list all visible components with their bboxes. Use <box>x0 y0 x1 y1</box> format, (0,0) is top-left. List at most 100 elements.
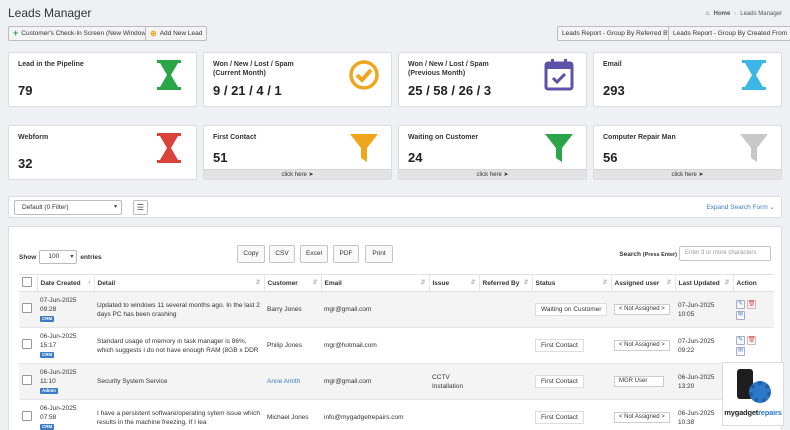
col-issue[interactable]: Issue ⇵ <box>428 274 479 292</box>
stat-label: Waiting on Customer <box>408 134 479 141</box>
logo-text: mygadgetrepairs <box>724 408 782 417</box>
last-updated-cell: 07-Jun-2025 09:22 <box>675 327 733 364</box>
detail-cell: I have a persistent software/operating s… <box>94 399 264 430</box>
row-checkbox[interactable] <box>22 339 32 349</box>
table-row[interactable]: 06-Jun-2025 07:58 CRM I have a persistent … <box>19 399 774 430</box>
col-status[interactable]: Status ⇵ <box>531 274 611 292</box>
funnel-icon <box>350 134 378 162</box>
stat-card-pipeline: Lead in the Pipeline 79 <box>8 52 197 107</box>
csv-button[interactable]: CSV <box>269 245 295 263</box>
status-select[interactable]: First Contact <box>535 411 584 424</box>
trash-icon[interactable]: 🗑 <box>746 300 756 309</box>
pdf-button[interactable]: PDF <box>333 245 359 263</box>
chevron-down-icon: ⌄ <box>769 204 775 211</box>
col-detail[interactable]: Detail ⇵ <box>93 274 264 292</box>
select-all-checkbox[interactable] <box>22 277 32 287</box>
col-referred-by[interactable]: Referred By ⇵ <box>478 274 532 292</box>
source-badge: Admin <box>40 388 58 394</box>
col-date-created[interactable]: Date Created ↓ <box>36 274 94 292</box>
trash-icon[interactable]: 🗑 <box>746 336 756 345</box>
stat-card-waiting: Waiting on Customer 24 click here ➤ <box>398 125 587 180</box>
checkin-screen-button[interactable]: + Customer's Check-In Screen (New Window… <box>8 26 154 41</box>
col-last-updated[interactable]: Last Updated ⇵ <box>674 274 733 292</box>
date-created-cell: 06-Jun-2025 11:10 Admin <box>37 363 94 400</box>
stat-value: 51 <box>213 150 228 165</box>
email-icon[interactable]: ✉ <box>736 347 745 356</box>
row-checkbox[interactable] <box>22 375 32 385</box>
col-email[interactable]: Email ⇵ <box>320 274 429 292</box>
assigned-user-select[interactable]: MGR User <box>614 376 664 387</box>
sort-icon: ⇵ <box>312 280 318 286</box>
edit-icon[interactable]: ✎ <box>736 300 745 309</box>
check-circle-icon <box>349 60 379 90</box>
table-row[interactable]: 06-Jun-2025 15:17 CRM Standard usage of me… <box>19 327 774 364</box>
assigned-user-select[interactable]: < Not Assigned > <box>614 412 670 423</box>
assigned-user-select[interactable]: < Not Assigned > <box>614 304 670 315</box>
source-badge: CRM <box>40 352 55 358</box>
status-select[interactable]: First Contact <box>535 375 584 388</box>
status-select[interactable]: Waiting on Customer <box>535 303 608 316</box>
stat-card-webform: Webform 32 <box>8 125 197 180</box>
click-here-link[interactable]: click here ➤ <box>399 169 586 179</box>
stat-label: Email <box>603 61 622 68</box>
col-customer[interactable]: Customer ⇵ <box>263 274 321 292</box>
click-here-link[interactable]: click here ➤ <box>204 169 391 179</box>
add-new-lead-button[interactable]: ⊕ Add New Lead <box>145 26 208 41</box>
table-row[interactable]: 07-Jun-2025 09:28 CRM Updated to windows 1… <box>19 291 774 328</box>
entries-control: Show 100 ▾ entries <box>19 250 102 264</box>
row-checkbox[interactable] <box>22 303 32 313</box>
list-view-button[interactable]: ☰ <box>133 200 148 215</box>
click-here-link[interactable]: click here ➤ <box>594 169 781 179</box>
filter-select[interactable]: Default (0 Filter) ▾ <box>14 200 122 215</box>
search-input[interactable]: Enter 3 or more characters <box>679 246 771 261</box>
edit-icon[interactable]: ✎ <box>736 336 745 345</box>
detail-cell: Updated to windows 11 several months ago… <box>94 291 264 328</box>
assigned-user-select[interactable]: < Not Assigned > <box>614 340 670 351</box>
customer-cell[interactable]: Anne Amith <box>264 363 321 400</box>
print-button[interactable]: Print <box>365 245 393 263</box>
issue-cell <box>429 399 479 430</box>
status-select[interactable]: First Contact <box>535 339 584 352</box>
row-checkbox[interactable] <box>22 411 32 421</box>
stat-card-previous-month: Won / New / Lost / Spam (Previous Month)… <box>398 52 587 107</box>
breadcrumb-current: Leads Manager <box>740 10 782 17</box>
customer-cell: Michael Jones <box>264 399 321 430</box>
arrow-circle-icon: ➤ <box>503 172 509 178</box>
page-title: Leads Manager <box>8 6 92 20</box>
col-assigned-user[interactable]: Assigned user ⇵ <box>610 274 675 292</box>
report-created-button[interactable]: Leads Report - Group By Created From <box>668 26 790 41</box>
stat-value: 79 <box>18 83 33 98</box>
leads-table: Date Created ↓ Detail ⇵ Customer ⇵ Email ⇵ I… <box>19 274 774 430</box>
home-icon: ⌂ <box>705 10 710 17</box>
referred-cell <box>479 363 532 400</box>
customer-link[interactable]: Anne Amith <box>267 378 300 385</box>
expand-search-form-link[interactable]: Expand Search Form ⌄ <box>706 203 775 211</box>
sort-icon: ⇵ <box>255 280 261 286</box>
stat-label: First Contact <box>213 134 257 141</box>
email-cell: mgr@gmail.com <box>321 363 429 400</box>
funnel-icon <box>545 134 573 162</box>
breadcrumb-home[interactable]: Home <box>714 11 731 17</box>
list-icon: ☰ <box>136 203 145 212</box>
table-row[interactable]: 06-Jun-2025 11:10 Admin Security System Se… <box>19 363 774 400</box>
plus-icon: + <box>13 28 19 38</box>
sort-icon: ⇵ <box>724 280 730 286</box>
plus-circle-icon: ⊕ <box>150 29 157 38</box>
email-icon[interactable]: ✉ <box>736 311 745 320</box>
copy-button[interactable]: Copy <box>237 245 265 263</box>
report-referred-button[interactable]: Leads Report - Group By Referred By <box>557 26 676 41</box>
stat-label: Computer Repair Man <box>603 134 676 141</box>
breadcrumb: ⌂ Home › Leads Manager <box>705 10 782 17</box>
detail-cell: Security System Service <box>94 363 264 400</box>
report-referred-label: Leads Report - Group By Referred By <box>562 30 671 37</box>
entries-select[interactable]: 100 ▾ <box>39 250 78 264</box>
gear-icon <box>749 381 771 403</box>
hourglass-icon <box>742 60 766 90</box>
excel-button[interactable]: Excel <box>300 245 328 263</box>
sort-desc-icon: ↓ <box>87 279 91 285</box>
chevron-down-icon: ▾ <box>113 204 117 210</box>
chevron-down-icon: ▾ <box>70 254 74 260</box>
add-new-lead-label: Add New Lead <box>159 30 203 37</box>
funnel-icon <box>740 134 768 162</box>
report-created-label: Leads Report - Group By Created From <box>673 30 788 37</box>
